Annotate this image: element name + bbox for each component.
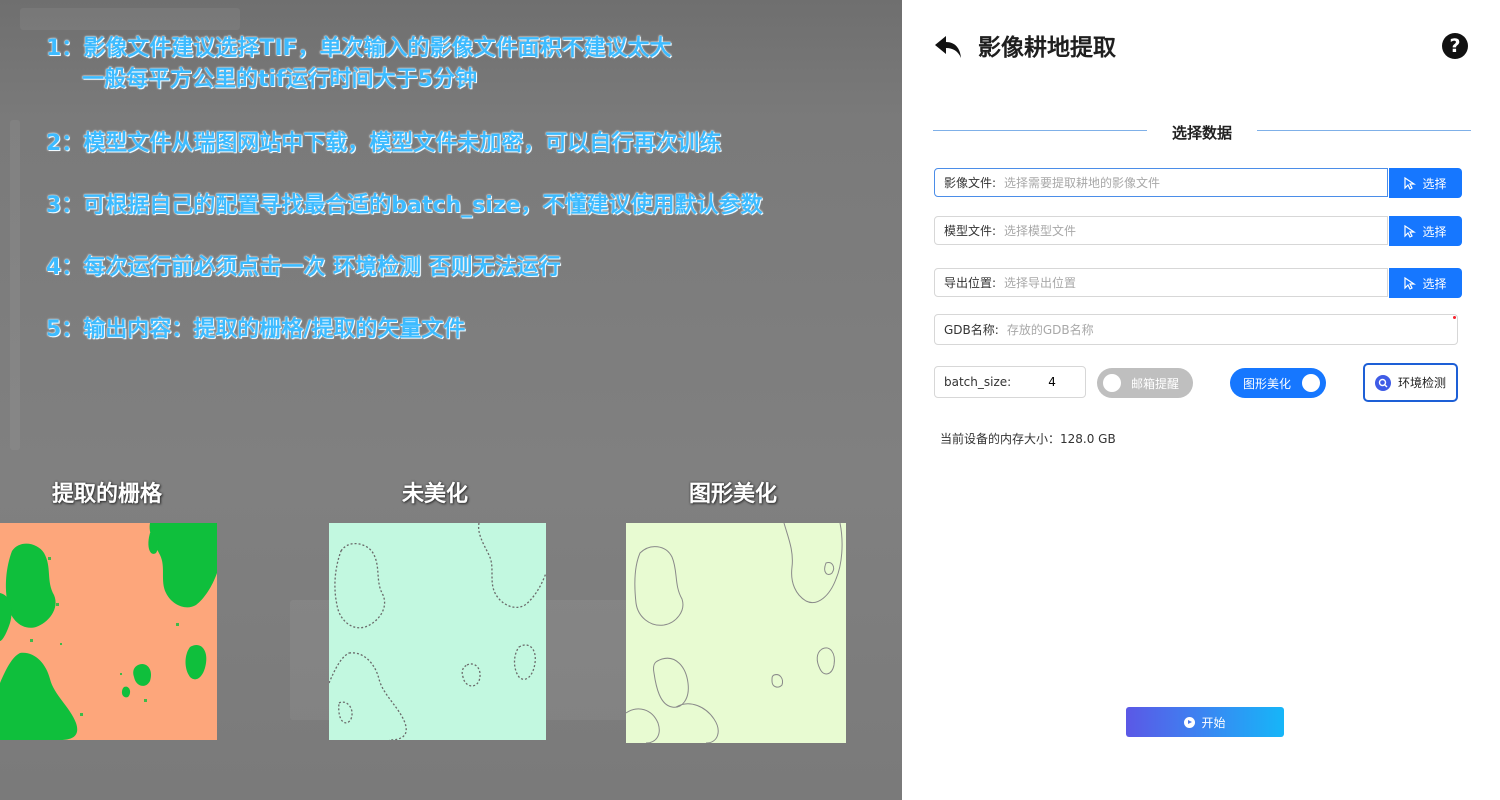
cursor-icon xyxy=(1404,224,1417,238)
background-ghost xyxy=(20,8,240,30)
graphic-beautify-toggle[interactable]: 图形美化 xyxy=(1230,368,1326,398)
back-arrow-icon xyxy=(935,36,961,58)
graphic-beautify-label: 图形美化 xyxy=(1243,376,1292,391)
image-file-input[interactable] xyxy=(1002,174,1387,191)
batch-size-input[interactable] xyxy=(1046,374,1091,390)
export-path-field: 导出位置: xyxy=(934,268,1388,297)
tip-1: 1：影像文件建议选择TIF，单次输入的影像文件面积不建议太大 xyxy=(46,36,672,61)
env-check-icon xyxy=(1374,374,1391,391)
model-file-field: 模型文件: xyxy=(934,216,1388,245)
tip-5: 5：输出内容：提取的栅格/提取的矢量文件 xyxy=(46,317,466,342)
background-ghost xyxy=(10,120,20,450)
model-file-input[interactable] xyxy=(1002,222,1387,239)
image-file-label: 影像文件: xyxy=(944,176,997,190)
image-file-select-button[interactable]: 选择 xyxy=(1389,168,1462,198)
caption-raster: 提取的栅格 xyxy=(52,482,163,507)
model-file-select-label: 选择 xyxy=(1422,224,1447,239)
model-file-select-button[interactable]: 选择 xyxy=(1389,216,1462,246)
batch-size-field: batch_size: xyxy=(934,366,1091,398)
export-path-select-label: 选择 xyxy=(1422,276,1447,291)
refined-vector-preview-image xyxy=(626,523,846,743)
tip-3: 3：可根据自己的配置寻找最合适的batch_size，不懂建议使用默认参数 xyxy=(46,193,763,218)
export-path-select-button[interactable]: 选择 xyxy=(1389,268,1462,298)
tips-overlay: 1：影像文件建议选择TIF，单次输入的影像文件面积不建议太大 一般每平方公里的t… xyxy=(0,0,902,800)
env-check-button[interactable]: 环境检测 xyxy=(1363,363,1458,402)
section-divider-left xyxy=(933,130,1147,131)
env-check-label: 环境检测 xyxy=(1397,376,1446,390)
toggle-knob xyxy=(1103,374,1121,392)
gdb-name-label: GDB名称: xyxy=(944,323,999,337)
required-indicator xyxy=(1453,316,1456,319)
email-reminder-label: 邮箱提醒 xyxy=(1131,376,1180,391)
section-title: 选择数据 xyxy=(1171,124,1232,142)
caption-unrefined: 未美化 xyxy=(402,482,469,507)
tip-1-continued: 一般每平方公里的tif运行时间大于5分钟 xyxy=(82,67,477,92)
export-path-input[interactable] xyxy=(1002,274,1387,291)
image-file-select-label: 选择 xyxy=(1422,176,1447,191)
section-divider-right xyxy=(1257,130,1471,131)
help-button[interactable]: ? xyxy=(1442,33,1468,59)
memory-size-label: 当前设备的内存大小：128.0 GB xyxy=(940,432,1116,446)
cursor-icon xyxy=(1404,176,1417,190)
caption-refined: 图形美化 xyxy=(689,482,778,507)
cursor-icon xyxy=(1404,276,1417,290)
start-label: 开始 xyxy=(1201,715,1226,730)
raster-preview-image xyxy=(0,523,217,740)
tip-2: 2：模型文件从瑞图网站中下载，模型文件未加密，可以自行再次训练 xyxy=(46,131,722,156)
gdb-name-input[interactable] xyxy=(1004,321,1457,338)
model-file-label: 模型文件: xyxy=(944,224,997,238)
toggle-knob xyxy=(1302,374,1320,392)
image-file-field: 影像文件: xyxy=(934,168,1388,197)
start-button[interactable]: 开始 xyxy=(1126,707,1284,737)
batch-size-label: batch_size: xyxy=(944,375,1012,389)
dialog-title: 影像耕地提取 xyxy=(978,35,1116,61)
back-button[interactable] xyxy=(932,30,964,62)
gdb-name-field: GDB名称: xyxy=(934,314,1458,345)
extract-dialog: 影像耕地提取 ? 选择数据 影像文件: 选择 模型文件: 选择 导出位置: 选择 xyxy=(902,0,1500,800)
email-reminder-toggle[interactable]: 邮箱提醒 xyxy=(1097,368,1193,398)
tip-4: 4：每次运行前必须点击一次 环境检测 否则无法运行 xyxy=(46,255,561,280)
export-path-label: 导出位置: xyxy=(944,276,997,290)
play-icon xyxy=(1184,716,1196,728)
question-mark-icon: ? xyxy=(1449,35,1461,57)
unrefined-vector-preview-image xyxy=(329,523,546,740)
